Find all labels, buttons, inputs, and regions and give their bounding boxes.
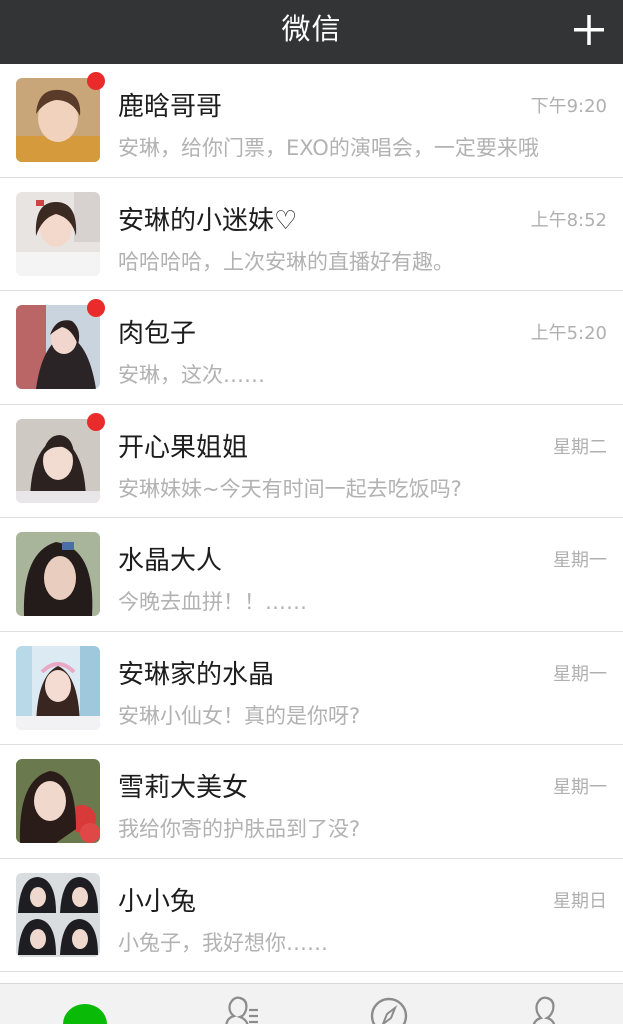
chat-list: 鹿晗哥哥 下午9:20 安琳，给你门票，EXO的演唱会，一定要来哦 安琳的小迷妹… xyxy=(0,64,623,972)
chats-tab-icon xyxy=(63,1004,107,1024)
avatar xyxy=(16,532,100,616)
chat-row[interactable]: 鹿晗哥哥 下午9:20 安琳，给你门票，EXO的演唱会，一定要来哦 xyxy=(0,64,623,178)
tab-me[interactable] xyxy=(515,984,575,1024)
message-time: 上午8:52 xyxy=(530,209,607,231)
contact-name: 水晶大人 xyxy=(118,546,223,576)
avatar xyxy=(16,418,100,503)
contact-name: 肉包子 xyxy=(118,319,197,349)
message-time: 星期一 xyxy=(553,550,607,571)
contact-name: 安琳的小迷妹♡ xyxy=(118,205,298,236)
contact-name: 鹿晗哥哥 xyxy=(118,92,223,122)
contact-name: 小小兔 xyxy=(118,886,197,917)
message-preview: 安琳，这次…… xyxy=(118,363,265,387)
page-title: 微信 xyxy=(281,12,342,46)
message-time: 星期日 xyxy=(553,890,607,912)
add-button[interactable] xyxy=(567,8,611,52)
chat-row[interactable]: 安琳的小迷妹♡ 上午8:52 哈哈哈哈，上次安琳的直播好有趣。 xyxy=(0,177,623,291)
chat-row[interactable]: 水晶大人 星期一 今晚去血拼！！…… xyxy=(0,518,623,632)
avatar xyxy=(16,78,100,162)
message-preview: 今晚去血拼！！…… xyxy=(118,590,307,614)
message-time: 下午9:20 xyxy=(530,96,607,117)
me-person-icon xyxy=(532,996,556,1024)
avatar xyxy=(16,305,100,389)
chat-row[interactable]: 安琳家的水晶 星期一 安琳小仙女！真的是你呀? xyxy=(0,631,623,745)
message-preview: 安琳妹妹~今天有时间一起去吃饭吗? xyxy=(118,476,462,501)
chat-row[interactable]: 肉包子 上午5:20 安琳，这次…… xyxy=(0,291,623,405)
discover-compass-icon xyxy=(370,997,408,1024)
message-preview: 哈哈哈哈，上次安琳的直播好有趣。 xyxy=(118,249,454,274)
message-time: 星期一 xyxy=(553,777,607,798)
message-time: 星期二 xyxy=(553,436,607,458)
chat-row[interactable]: 开心果姐姐 星期二 安琳妹妹~今天有时间一起去吃饭吗? xyxy=(0,404,623,518)
tab-discover[interactable] xyxy=(359,984,419,1024)
avatar xyxy=(16,759,100,843)
avatar xyxy=(16,872,100,957)
contact-name: 安琳家的水晶 xyxy=(118,659,275,690)
top-navigation-bar: 微信 xyxy=(0,0,623,64)
tab-chats[interactable] xyxy=(55,984,115,1024)
avatar xyxy=(16,191,100,276)
message-time: 星期一 xyxy=(553,663,607,685)
bottom-tab-bar xyxy=(0,983,623,1024)
contact-name: 开心果姐姐 xyxy=(118,432,249,463)
message-time: 上午5:20 xyxy=(530,323,607,344)
unread-dot xyxy=(87,72,105,90)
chat-row[interactable]: 小小兔 星期日 小兔子，我好想你…… xyxy=(0,858,623,972)
chat-row[interactable]: 雪莉大美女 星期一 我给你寄的护肤品到了没? xyxy=(0,745,623,859)
avatar xyxy=(16,645,100,730)
tab-contacts[interactable] xyxy=(210,984,270,1024)
message-preview: 安琳，给你门票，EXO的演唱会，一定要来哦 xyxy=(118,136,539,160)
contact-name: 雪莉大美女 xyxy=(118,773,249,803)
message-preview: 安琳小仙女！真的是你呀? xyxy=(118,703,361,728)
contacts-icon xyxy=(225,996,258,1024)
message-preview: 小兔子，我好想你…… xyxy=(118,930,328,955)
message-preview: 我给你寄的护肤品到了没? xyxy=(118,817,361,841)
unread-dot xyxy=(87,412,105,431)
unread-dot xyxy=(87,299,105,317)
plus-icon xyxy=(574,15,604,45)
